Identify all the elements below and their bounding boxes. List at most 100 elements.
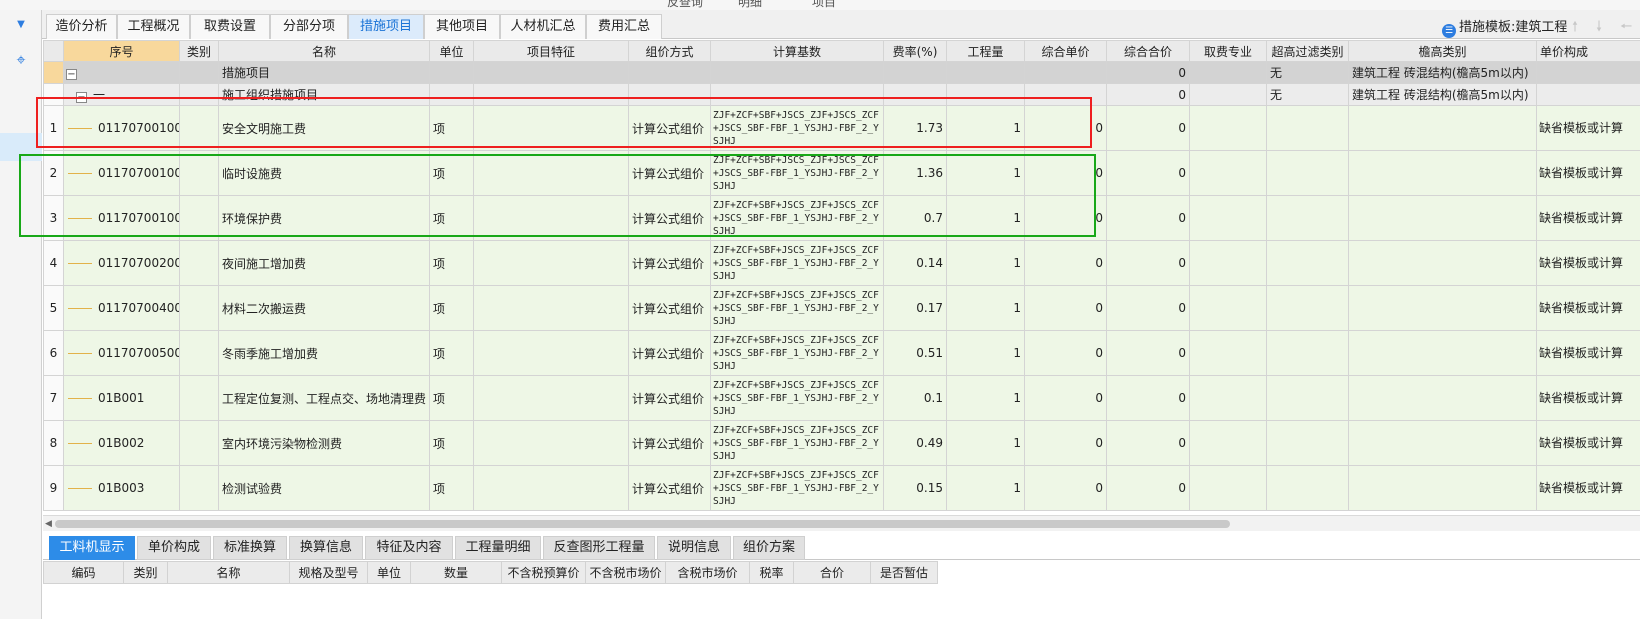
item-fee-specialty[interactable] xyxy=(1189,330,1267,376)
table-row[interactable]: 8 01B002 室内环境污染物检测费项 计算公式组价 ZJF+ZCF+SBF+JSCS… xyxy=(43,420,1640,466)
bcol-code[interactable]: 编码 xyxy=(43,561,124,584)
item-height-filter[interactable] xyxy=(1266,150,1349,196)
item-eaves-category[interactable] xyxy=(1348,240,1537,286)
sub-row-organization[interactable]: − 一 施工组织措施项目 0 无 建筑工程 砖混结构(檐高5m以内) xyxy=(43,83,1640,106)
item-height-filter[interactable] xyxy=(1266,420,1349,466)
item-features[interactable] xyxy=(473,330,629,376)
item-unit-price[interactable]: 0 xyxy=(1024,330,1107,376)
item-name[interactable]: 工程定位复测、工程点交、场地清理费 xyxy=(218,375,430,421)
item-pricing-method[interactable]: 计算公式组价 xyxy=(628,150,711,196)
bcol-budget-price-excl-tax[interactable]: 不含税预算价 xyxy=(501,561,586,584)
item-quantity[interactable]: 1 xyxy=(946,105,1025,151)
item-unit[interactable]: 项 xyxy=(429,240,474,286)
item-eaves-category[interactable] xyxy=(1348,150,1537,196)
item-price-composition[interactable]: 缺省模板或计算 xyxy=(1536,195,1640,241)
item-pricing-method[interactable]: 计算公式组价 xyxy=(628,375,711,421)
item-pricing-method[interactable]: 计算公式组价 xyxy=(628,105,711,151)
item-height-filter[interactable] xyxy=(1266,105,1349,151)
col-header-seq[interactable]: 序号 xyxy=(63,40,180,62)
bcol-quantity[interactable]: 数量 xyxy=(410,561,502,584)
item-calc-basis[interactable]: ZJF+ZCF+SBF+JSCS_ZJF+JSCS_ZCF+JSCS_SBF-F… xyxy=(710,285,884,331)
item-calc-basis[interactable]: ZJF+ZCF+SBF+JSCS_ZJF+JSCS_ZCF+JSCS_SBF-F… xyxy=(710,465,884,511)
item-total-price[interactable]: 0 xyxy=(1106,105,1190,151)
item-total-price[interactable]: 0 xyxy=(1106,420,1190,466)
item-eaves-category[interactable] xyxy=(1348,420,1537,466)
item-unit[interactable]: 项 xyxy=(429,195,474,241)
item-fee-specialty[interactable] xyxy=(1189,240,1267,286)
item-price-composition[interactable]: 缺省模板或计算 xyxy=(1536,240,1640,286)
tab-materials-summary[interactable]: 人材机汇总 xyxy=(500,14,586,39)
tab-fee-settings[interactable]: 取费设置 xyxy=(190,14,270,39)
item-height-filter[interactable] xyxy=(1266,375,1349,421)
item-eaves-category[interactable] xyxy=(1348,375,1537,421)
item-category[interactable] xyxy=(179,195,219,241)
item-height-filter[interactable] xyxy=(1266,465,1349,511)
item-calc-basis[interactable]: ZJF+ZCF+SBF+JSCS_ZJF+JSCS_ZCF+JSCS_SBF-F… xyxy=(710,375,884,421)
item-quantity[interactable]: 1 xyxy=(946,240,1025,286)
item-code[interactable]: 01B003 xyxy=(63,465,180,511)
bcol-provisional[interactable]: 是否暂估 xyxy=(870,561,938,584)
bcol-category[interactable]: 类别 xyxy=(123,561,168,584)
tab-cost-analysis[interactable]: 造价分析 xyxy=(46,14,117,39)
item-rate[interactable]: 0.1 xyxy=(883,375,947,421)
btab-standard-conversion[interactable]: 标准换算 xyxy=(213,536,287,560)
item-eaves-category[interactable] xyxy=(1348,195,1537,241)
col-header-unit[interactable]: 单位 xyxy=(429,40,474,62)
item-quantity[interactable]: 1 xyxy=(946,375,1025,421)
collapse-icon[interactable]: − xyxy=(66,69,77,80)
item-total-price[interactable]: 0 xyxy=(1106,150,1190,196)
item-price-composition[interactable]: 缺省模板或计算 xyxy=(1536,150,1640,196)
item-features[interactable] xyxy=(473,465,629,511)
item-pricing-method[interactable]: 计算公式组价 xyxy=(628,420,711,466)
table-row[interactable]: 9 01B003 检测试验费项 计算公式组价 ZJF+ZCF+SBF+JSCS_ZJF+… xyxy=(43,465,1640,511)
item-height-filter[interactable] xyxy=(1266,240,1349,286)
bcol-name[interactable]: 名称 xyxy=(167,561,290,584)
btab-pricing-scheme[interactable]: 组价方案 xyxy=(733,536,805,560)
item-unit-price[interactable]: 0 xyxy=(1024,285,1107,331)
item-category[interactable] xyxy=(179,420,219,466)
bcol-spec[interactable]: 规格及型号 xyxy=(289,561,368,584)
item-price-composition[interactable]: 缺省模板或计算 xyxy=(1536,330,1640,376)
row-number[interactable]: 3 xyxy=(43,195,64,241)
item-features[interactable] xyxy=(473,240,629,286)
item-features[interactable] xyxy=(473,285,629,331)
move-left-icon[interactable]: 🠔 xyxy=(1620,16,1632,40)
item-fee-specialty[interactable] xyxy=(1189,150,1267,196)
item-pricing-method[interactable]: 计算公式组价 xyxy=(628,465,711,511)
item-code[interactable]: 01B002 xyxy=(63,420,180,466)
item-unit-price[interactable]: 0 xyxy=(1024,420,1107,466)
item-height-filter[interactable] xyxy=(1266,330,1349,376)
item-features[interactable] xyxy=(473,195,629,241)
move-up-icon[interactable]: 🠕 xyxy=(1572,16,1578,40)
item-unit-price[interactable]: 0 xyxy=(1024,465,1107,511)
item-features[interactable] xyxy=(473,375,629,421)
table-row[interactable]: 4 011707002001 夜间施工增加费项 计算公式组价ZJF+ZCF+SBF+J… xyxy=(43,240,1640,286)
bcol-total[interactable]: 合价 xyxy=(793,561,871,584)
item-price-composition[interactable]: 缺省模板或计算 xyxy=(1536,105,1640,151)
tab-cost-summary[interactable]: 费用汇总 xyxy=(586,14,662,39)
item-features[interactable] xyxy=(473,105,629,151)
item-category[interactable] xyxy=(179,150,219,196)
item-rate[interactable]: 0.7 xyxy=(883,195,947,241)
row-number[interactable]: 6 xyxy=(43,330,64,376)
row-number[interactable]: 1 xyxy=(43,105,64,151)
btab-reverse-graphic-quantity[interactable]: 反查图形工程量 xyxy=(543,536,655,560)
item-calc-basis[interactable]: ZJF+ZCF+SBF+JSCS_ZJF+JSCS_ZCF+JSCS_SBF-F… xyxy=(710,105,884,151)
item-fee-specialty[interactable] xyxy=(1189,195,1267,241)
row-number[interactable]: 9 xyxy=(43,465,64,511)
item-rate[interactable]: 1.73 xyxy=(883,105,947,151)
item-category[interactable] xyxy=(179,285,219,331)
item-unit[interactable]: 项 xyxy=(429,330,474,376)
collapse-icon[interactable]: − xyxy=(76,92,87,103)
tab-project-overview[interactable]: 工程概况 xyxy=(117,14,190,39)
item-rate[interactable]: 0.49 xyxy=(883,420,947,466)
item-quantity[interactable]: 1 xyxy=(946,285,1025,331)
table-row[interactable]: 5 011707004001 材料二次搬运费项 计算公式组价ZJF+ZCF+SBF+J… xyxy=(43,285,1640,331)
item-quantity[interactable]: 1 xyxy=(946,150,1025,196)
item-fee-specialty[interactable] xyxy=(1189,420,1267,466)
item-calc-basis[interactable]: ZJF+ZCF+SBF+JSCS_ZJF+JSCS_ZCF+JSCS_SBF-F… xyxy=(710,240,884,286)
item-code[interactable]: 011707001001 xyxy=(63,105,180,151)
item-quantity[interactable]: 1 xyxy=(946,195,1025,241)
item-fee-specialty[interactable] xyxy=(1189,465,1267,511)
bcol-market-price-excl-tax[interactable]: 不含税市场价 xyxy=(585,561,666,584)
